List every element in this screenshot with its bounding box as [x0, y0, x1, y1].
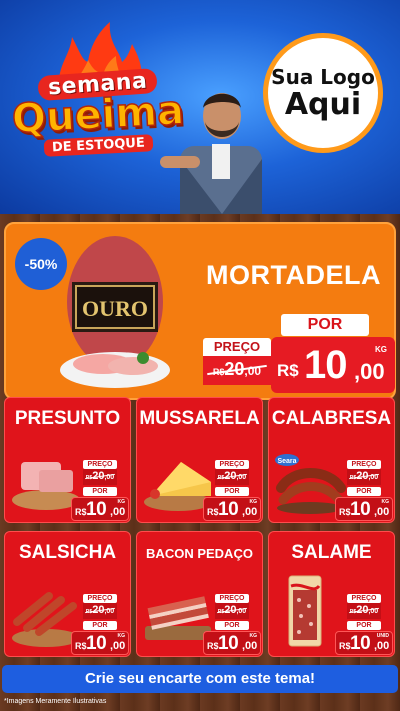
old-price: R$20,00	[347, 469, 381, 485]
old-price: R$20,00	[347, 603, 381, 619]
old-price: R$20,00	[215, 603, 249, 619]
price-int: 10	[350, 633, 371, 654]
old-price: R$20,00	[83, 603, 117, 619]
calabresa-brand-text: Seara	[277, 458, 296, 465]
por-label: POR	[347, 621, 381, 630]
por-label: POR	[281, 314, 369, 336]
price-block: PREÇO R$20,00 POR R$10,00KG	[71, 594, 129, 655]
price-unit: KG	[381, 499, 390, 505]
sale-price: R$ 10 ,00 KG	[271, 337, 395, 393]
featured-product: -50% OURO MORTADELA POR PREÇO R$20,00 R$…	[4, 222, 396, 400]
sale-price: R$ 10,00 UNID	[335, 631, 393, 655]
product-name: MUSSARELA	[139, 408, 260, 429]
product-name: SALAME	[291, 542, 372, 563]
preco-label: PREÇO	[347, 460, 381, 469]
sale-price: R$ 10,00 KG	[203, 497, 261, 521]
price-int: 10	[218, 499, 239, 520]
sale-price: R$ 10,00 KG	[203, 631, 261, 655]
product-board: -50% OURO MORTADELA POR PREÇO R$20,00 R$…	[0, 214, 400, 711]
price-int: 10	[86, 633, 107, 654]
product-card-presunto: PRESUNTO PREÇO R$20,00 POR R$10,00KG	[4, 397, 131, 523]
price-cents: ,00	[110, 506, 126, 518]
product-card-salame: SALAME PREÇO R$20,00 POR R$10,00UNID	[268, 531, 395, 657]
old-price: R$20,00	[83, 469, 117, 485]
product-name: BACON PEDAÇO	[146, 546, 253, 561]
price-unit: KG	[375, 345, 387, 354]
product-card-salsicha: SALSICHA PREÇO R$20,00 POR R$10,00KG	[4, 531, 131, 657]
product-name: CALABRESA	[271, 408, 392, 429]
preco-label: PREÇO	[203, 338, 271, 356]
logo-text-line1: Sua Logo	[271, 65, 375, 89]
price-currency: R$	[207, 507, 219, 517]
logo-placeholder: Sua Logo Aqui	[263, 33, 383, 153]
old-price-block: PREÇO R$20,00	[203, 338, 271, 388]
sale-price: R$ 10,00 KG	[335, 497, 393, 521]
product-card-bacon: BACON PEDAÇO PREÇO R$20,00 POR R$10,00KG	[136, 531, 263, 657]
product-name: PRESUNTO	[14, 408, 121, 429]
por-label: POR	[215, 487, 249, 496]
price-int: 10	[304, 343, 347, 387]
price-unit: KG	[117, 499, 126, 505]
por-label: POR	[215, 621, 249, 630]
preco-label: PREÇO	[83, 460, 117, 469]
price-int: 10	[86, 499, 107, 520]
product-card-calabresa: CALABRESA Seara PREÇO R$20,00 POR R$10,0…	[268, 397, 395, 523]
old-price: R$20,00	[215, 469, 249, 485]
header-banner: semana Queima DE ESTOQUE Sua Logo Aqui	[0, 0, 400, 214]
por-label: POR	[83, 621, 117, 630]
price-currency: R$	[207, 641, 219, 651]
price-cents: ,00	[242, 506, 258, 518]
featured-product-name: MORTADELA	[206, 260, 381, 290]
price-block: PREÇO R$20,00 POR R$10,00KG	[335, 460, 393, 521]
price-int: 10	[218, 633, 239, 654]
price-cents: ,00	[242, 640, 258, 652]
price-currency: R$	[277, 361, 299, 380]
price-cents: ,00	[110, 640, 126, 652]
price-cents: ,00	[374, 506, 390, 518]
preco-label: PREÇO	[347, 594, 381, 603]
disclaimer-text: *Imagens Meramente Ilustrativas	[4, 698, 107, 705]
price-currency: R$	[75, 641, 87, 651]
por-label: POR	[83, 487, 117, 496]
sale-price: R$ 10,00 KG	[71, 497, 129, 521]
price-currency: R$	[339, 641, 351, 651]
price-currency: R$	[339, 507, 351, 517]
price-unit: KG	[117, 633, 126, 639]
price-currency: R$	[75, 507, 87, 517]
mortadela-image: OURO	[60, 236, 170, 388]
price-cents: ,00	[374, 640, 390, 652]
price-block: PREÇO R$20,00 POR R$10,00UNID	[335, 594, 393, 655]
preco-label: PREÇO	[215, 594, 249, 603]
price-unit: KG	[249, 633, 258, 639]
price-cents: ,00	[354, 359, 385, 384]
sale-price: R$ 10,00 KG	[71, 631, 129, 655]
preco-label: PREÇO	[83, 594, 117, 603]
product-card-mussarela: MUSSARELA PREÇO R$20,00 POR R$10,00KG	[136, 397, 263, 523]
old-price: R$20,00	[203, 356, 271, 385]
price-block: PREÇO R$20,00 POR R$10,00KG	[203, 594, 261, 655]
product-name: SALSICHA	[18, 542, 117, 563]
price-block: PREÇO R$20,00 POR R$10,00KG	[71, 460, 129, 521]
product-brand-text: OURO	[82, 296, 148, 321]
logo-text-line2: Aqui	[284, 87, 362, 122]
price-unit: KG	[249, 499, 258, 505]
por-label: POR	[347, 487, 381, 496]
cta-banner[interactable]: Crie seu encarte com este tema!	[2, 665, 398, 693]
person-image	[160, 93, 262, 214]
price-block: PREÇO R$20,00 POR R$10,00KG	[203, 460, 261, 521]
preco-label: PREÇO	[215, 460, 249, 469]
price-unit: UNID	[376, 633, 389, 639]
price-int: 10	[350, 499, 371, 520]
